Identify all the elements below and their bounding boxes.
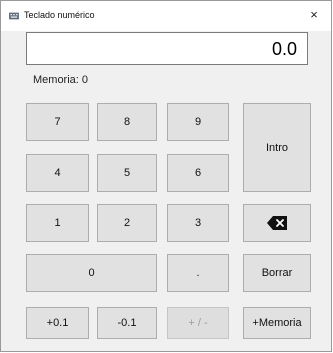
subtract-tenth-button[interactable]: -0.1 bbox=[97, 307, 157, 339]
key-4-button[interactable]: 4 bbox=[26, 154, 89, 192]
display-field[interactable]: 0.0 bbox=[26, 32, 308, 65]
toggle-sign-button[interactable]: + / - bbox=[167, 307, 229, 339]
key-8-button[interactable]: 8 bbox=[97, 103, 157, 141]
backspace-icon bbox=[267, 216, 287, 230]
add-tenth-button[interactable]: +0.1 bbox=[26, 307, 89, 339]
add-memory-button[interactable]: +Memoria bbox=[243, 307, 311, 339]
key-6-button[interactable]: 6 bbox=[167, 154, 229, 192]
decimal-point-button[interactable]: . bbox=[167, 254, 229, 292]
key-3-button[interactable]: 3 bbox=[167, 204, 229, 242]
keyboard-icon bbox=[9, 12, 19, 20]
key-7-button[interactable]: 7 bbox=[26, 103, 89, 141]
memory-label: Memoria: 0 bbox=[33, 74, 89, 86]
key-5-button[interactable]: 5 bbox=[97, 154, 157, 192]
backspace-button[interactable] bbox=[243, 204, 311, 242]
clear-button[interactable]: Borrar bbox=[243, 254, 311, 292]
close-button[interactable]: × bbox=[301, 3, 327, 27]
display-value: 0.0 bbox=[271, 39, 297, 59]
enter-button[interactable]: Intro bbox=[243, 103, 311, 192]
window-title: Teclado numérico bbox=[24, 10, 95, 20]
key-0-button[interactable]: 0 bbox=[26, 254, 157, 292]
key-2-button[interactable]: 2 bbox=[97, 204, 157, 242]
numeric-keypad-window: Teclado numérico × 0.0 Memoria: 0 7 8 9 … bbox=[0, 0, 332, 352]
key-1-button[interactable]: 1 bbox=[26, 204, 89, 242]
title-bar: Teclado numérico × bbox=[1, 1, 331, 31]
key-9-button[interactable]: 9 bbox=[167, 103, 229, 141]
